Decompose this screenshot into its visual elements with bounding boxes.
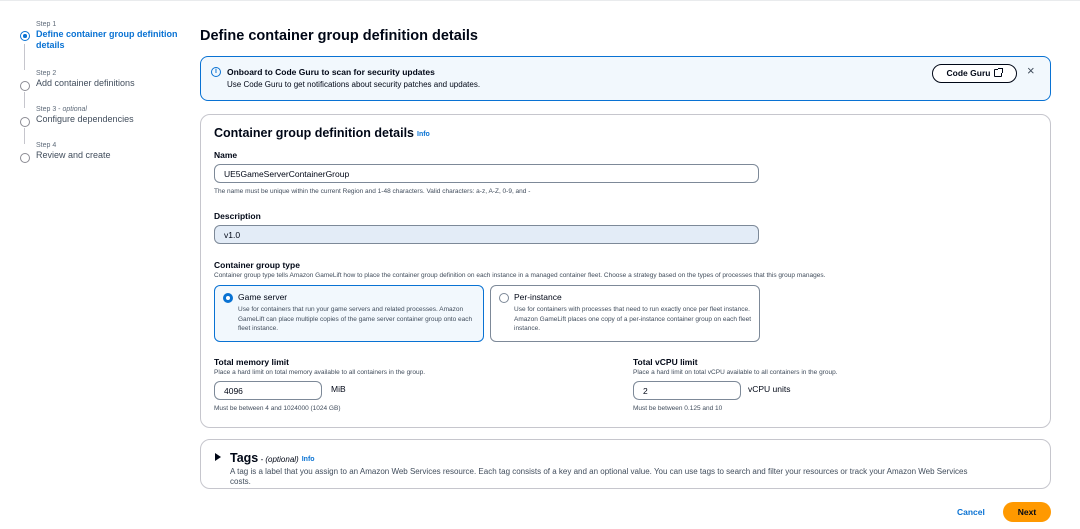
description-label: Description — [214, 211, 261, 221]
step-1-title-line1: Define container group definition — [36, 29, 178, 39]
step-2-number: Step 2 — [36, 70, 57, 77]
close-icon[interactable]: × — [1027, 63, 1035, 78]
memory-constraint: Must be between 4 and 1024000 (1024 GB) — [214, 405, 341, 412]
tags-section: Tags - (optional) Info A tag is a label t… — [200, 439, 1051, 489]
vcpu-input[interactable]: 2 — [633, 381, 741, 400]
name-input[interactable]: UE5GameServerContainerGroup — [214, 164, 759, 183]
step-4-number: Step 4 — [36, 142, 57, 149]
panel-title: Container group definition details Info — [214, 126, 430, 140]
code-guru-alert: i Onboard to Code Guru to scan for secur… — [200, 56, 1051, 101]
tags-info-link[interactable]: Info — [302, 456, 315, 463]
per-instance-title: Per-instance — [514, 292, 562, 302]
step-3-number: Step 3 - optional — [36, 106, 87, 113]
memory-label: Total memory limit — [214, 357, 289, 367]
tags-description: A tag is a label that you assign to an A… — [230, 467, 968, 486]
per-instance-radio[interactable] — [499, 293, 509, 303]
game-server-title: Game server — [238, 292, 288, 302]
tags-title: Tags — [230, 451, 259, 465]
cancel-button[interactable]: Cancel — [957, 507, 985, 517]
step-3[interactable]: Step 3 - optional Configure dependencies — [20, 105, 190, 144]
vcpu-unit: vCPU units — [748, 384, 791, 394]
step-connector — [24, 44, 25, 70]
step-2-title[interactable]: Add container definitions — [36, 78, 190, 89]
description-input[interactable]: v1.0 — [214, 225, 759, 244]
step-2[interactable]: Step 2 Add container definitions — [20, 69, 190, 108]
vcpu-label: Total vCPU limit — [633, 357, 698, 367]
step-1-title-line2: details — [36, 40, 65, 50]
per-instance-desc: Use for containers with processes that n… — [514, 306, 752, 332]
tags-optional: - (optional) — [258, 455, 299, 464]
step-3-title[interactable]: Configure dependencies — [36, 114, 190, 125]
panel-title-text: Container group definition details — [214, 126, 414, 140]
alert-body: Use Code Guru to get notifications about… — [227, 80, 481, 89]
vcpu-constraint: Must be between 0.125 and 10 — [633, 405, 723, 412]
step-1[interactable]: Step 1 Define container group definition… — [20, 20, 190, 70]
memory-unit: MiB — [331, 384, 346, 394]
step-2-indicator — [20, 81, 30, 91]
info-link[interactable]: Info — [417, 131, 430, 138]
caret-right-icon[interactable] — [215, 453, 221, 461]
group-type-label: Container group type — [214, 260, 300, 270]
game-server-radio[interactable] — [223, 293, 233, 303]
name-hint: The name must be unique within the curre… — [214, 188, 531, 195]
step-4-indicator — [20, 153, 30, 163]
external-link-icon — [994, 68, 1004, 77]
vcpu-hint: Place a hard limit on total vCPU availab… — [633, 369, 838, 376]
step-3-indicator — [20, 117, 30, 127]
per-instance-option[interactable]: Per-instance Use for containers with pro… — [490, 285, 760, 342]
alert-title: Onboard to Code Guru to scan for securit… — [227, 67, 435, 77]
step-1-number: Step 1 — [36, 21, 57, 28]
tags-header[interactable]: Tags - (optional) Info — [230, 451, 315, 465]
memory-hint: Place a hard limit on total memory avail… — [214, 369, 425, 376]
game-server-option[interactable]: Game server Use for containers that run … — [214, 285, 484, 342]
code-guru-button-label: Code Guru — [946, 68, 991, 78]
container-group-details-panel: Container group definition details Info N… — [200, 114, 1051, 428]
step-4-title[interactable]: Review and create — [36, 150, 190, 161]
game-server-desc: Use for containers that run your game se… — [238, 306, 473, 332]
group-type-hint: Container group type tells Amazon GameLi… — [214, 272, 826, 279]
page-title: Define container group definition detail… — [200, 28, 478, 44]
next-button[interactable]: Next — [1003, 502, 1051, 522]
top-divider — [0, 0, 1080, 1]
memory-input[interactable]: 4096 — [214, 381, 322, 400]
code-guru-button[interactable]: Code Guru — [932, 64, 1017, 83]
step-4[interactable]: Step 4 Review and create — [20, 141, 190, 163]
name-label: Name — [214, 150, 238, 160]
info-circle-icon: i — [211, 67, 221, 77]
step-1-current-indicator — [20, 31, 30, 41]
step-1-title[interactable]: Define container group definition detail… — [36, 29, 190, 51]
